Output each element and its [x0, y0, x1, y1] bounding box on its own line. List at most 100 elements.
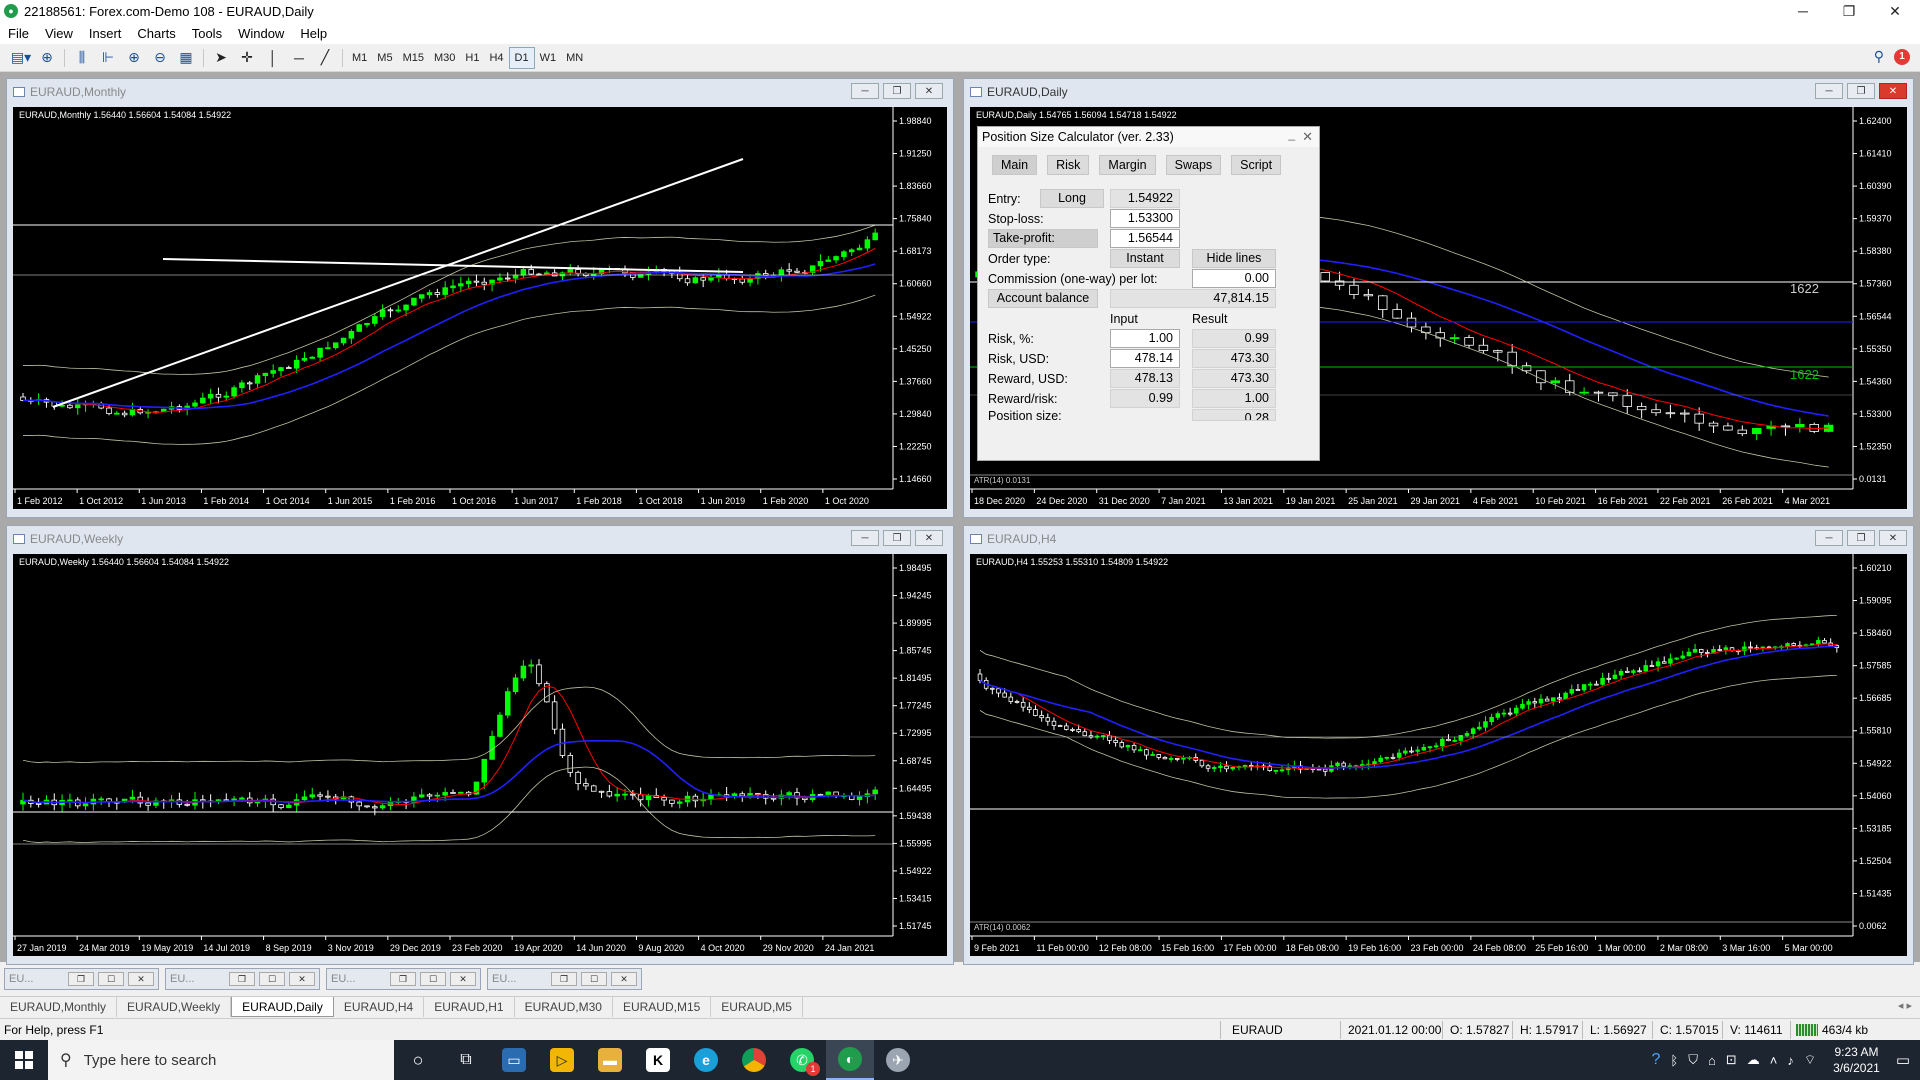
action-center-icon[interactable]: ▭	[1896, 1051, 1910, 1069]
psc-tab-swaps[interactable]: Swaps	[1165, 155, 1222, 175]
maximize-icon[interactable]: ☐	[259, 972, 285, 986]
crosshair-profile-icon[interactable]: ⊕	[34, 47, 60, 69]
maximize-chart-button[interactable]: ❐	[883, 530, 911, 546]
timeframe-mn[interactable]: MN	[561, 47, 588, 69]
tab-euraud-h1[interactable]: EURAUD,H1	[424, 997, 515, 1017]
candle-chart-icon[interactable]: ⊩	[95, 47, 121, 69]
taskbar-app-tool[interactable]: ✈	[874, 1040, 922, 1080]
taskbar-search[interactable]: ⚲ Type here to search	[48, 1040, 394, 1080]
psc-minimize-icon[interactable]: _	[1288, 127, 1295, 141]
wifi-icon[interactable]: ⌔	[1804, 1052, 1816, 1068]
minimize-chart-button[interactable]: ─	[1815, 83, 1843, 99]
maximize-icon[interactable]: ☐	[420, 972, 446, 986]
taskbar-app-remote[interactable]: ▭	[490, 1040, 538, 1080]
tab-euraud-m30[interactable]: EURAUD,M30	[515, 997, 613, 1017]
trendline-icon[interactable]: ╱	[312, 47, 338, 69]
menu-charts[interactable]: Charts	[129, 26, 183, 41]
minimize-chart-button[interactable]: ─	[1815, 530, 1843, 546]
tab-euraud-h4[interactable]: EURAUD,H4	[334, 997, 425, 1017]
menu-insert[interactable]: Insert	[81, 26, 130, 41]
tab-euraud-monthly[interactable]: EURAUD,Monthly	[0, 997, 118, 1017]
takeprofit-field[interactable]: 1.56544	[1110, 229, 1180, 248]
zoom-in-icon[interactable]: ⊕	[121, 47, 147, 69]
network-icon[interactable]: ⌂	[1708, 1053, 1716, 1068]
search-icon[interactable]: ⚲	[1874, 48, 1884, 65]
bar-chart-icon[interactable]: ⫼	[69, 47, 95, 69]
close-chart-button[interactable]: ✕	[1879, 83, 1907, 99]
taskbar-app-sticky[interactable]: ▷	[538, 1040, 586, 1080]
minimize-chart-button[interactable]: ─	[851, 530, 879, 546]
minimized-chart-3[interactable]: EU... ❐ ☐ ✕	[326, 968, 481, 990]
psc-tab-margin[interactable]: Margin	[1099, 155, 1156, 175]
maximize-icon[interactable]: ☐	[581, 972, 607, 986]
entry-field[interactable]: 1.54922	[1110, 189, 1180, 208]
close-window-button[interactable]: ✕	[1872, 0, 1918, 22]
close-chart-button[interactable]: ✕	[1879, 530, 1907, 546]
taskbar-app-chrome[interactable]	[730, 1040, 778, 1080]
timeframe-d1[interactable]: D1	[508, 46, 535, 69]
menu-window[interactable]: Window	[230, 26, 292, 41]
taskbar-app-k[interactable]: K	[634, 1040, 682, 1080]
position-size-calculator[interactable]: Position Size Calculator (ver. 2.33) _ ✕…	[977, 126, 1320, 461]
help-icon[interactable]: ?	[1652, 1051, 1661, 1069]
cursor-icon[interactable]: ➤	[208, 47, 234, 69]
minimized-chart-4[interactable]: EU... ❐ ☐ ✕	[487, 968, 642, 990]
maximize-chart-button[interactable]: ❐	[1847, 83, 1875, 99]
cortana-button[interactable]: ○	[394, 1040, 442, 1080]
risk-pct-input[interactable]: 1.00	[1110, 329, 1180, 348]
psc-tab-risk[interactable]: Risk	[1047, 155, 1090, 175]
chart-window-monthly[interactable]: EURAUD,Monthly ─ ❐ ✕ 1.98840 1.91250 1.836…	[6, 78, 954, 518]
vertical-line-icon[interactable]: │	[260, 47, 286, 69]
tab-euraud-m5[interactable]: EURAUD,M5	[711, 997, 803, 1017]
timeframe-m5[interactable]: M5	[372, 47, 397, 69]
start-button[interactable]	[0, 1040, 48, 1080]
menu-view[interactable]: View	[37, 26, 81, 41]
commission-field[interactable]: 0.00	[1192, 269, 1276, 288]
taskbar-app-explorer[interactable]: ▬	[586, 1040, 634, 1080]
volume-icon[interactable]: ♪	[1787, 1053, 1794, 1068]
tab-euraud-m15[interactable]: EURAUD,M15	[613, 997, 712, 1017]
restore-icon[interactable]: ❐	[390, 972, 416, 986]
menu-tools[interactable]: Tools	[184, 26, 230, 41]
timeframe-w1[interactable]: W1	[535, 47, 562, 69]
connection-bars-icon[interactable]	[1796, 1024, 1818, 1036]
menu-file[interactable]: File	[0, 26, 37, 41]
crosshair-icon[interactable]: ✛	[234, 47, 260, 69]
psc-tab-main[interactable]: Main	[992, 155, 1038, 175]
close-icon[interactable]: ✕	[128, 972, 154, 986]
timeframe-h4[interactable]: H4	[484, 47, 508, 69]
close-chart-button[interactable]: ✕	[915, 83, 943, 99]
notification-badge[interactable]: 1	[1894, 48, 1910, 65]
security-icon[interactable]: ⛉	[1688, 1052, 1698, 1068]
maximize-chart-button[interactable]: ❐	[883, 83, 911, 99]
zoom-out-icon[interactable]: ⊖	[147, 47, 173, 69]
task-view-button[interactable]: ⧉	[442, 1040, 490, 1080]
risk-usd-input[interactable]: 478.14	[1110, 349, 1180, 368]
minimized-chart-1[interactable]: EU... ❐ ☐ ✕	[4, 968, 159, 990]
account-balance-button[interactable]: Account balance	[988, 289, 1098, 308]
timeframe-m15[interactable]: M15	[398, 47, 429, 69]
restore-icon[interactable]: ❐	[551, 972, 577, 986]
tab-euraud-weekly[interactable]: EURAUD,Weekly	[117, 997, 232, 1017]
close-chart-button[interactable]: ✕	[915, 530, 943, 546]
restore-icon[interactable]: ❐	[68, 972, 94, 986]
psc-tab-script[interactable]: Script	[1231, 155, 1282, 175]
chart-window-h4[interactable]: EURAUD,H4 ─ ❐ ✕ 1.60210 1.59095 1.58460 1.5…	[963, 525, 1914, 965]
tab-scroll-arrows[interactable]: ◂ ▸	[1898, 999, 1912, 1012]
hide-lines-button[interactable]: Hide lines	[1192, 249, 1276, 268]
new-chart-icon[interactable]: ▤▾	[8, 47, 34, 69]
stoploss-field[interactable]: 1.53300	[1110, 209, 1180, 228]
meet-icon[interactable]: ⊡	[1726, 1052, 1737, 1068]
close-icon[interactable]: ✕	[289, 972, 315, 986]
price-chart-monthly[interactable]: 1.98840 1.91250 1.83660 1.75840 1.68173 1.606…	[13, 107, 947, 509]
taskbar-app-mt4[interactable]: ◐	[826, 1040, 874, 1080]
minimize-chart-button[interactable]: ─	[851, 83, 879, 99]
takeprofit-button[interactable]: Take-profit:	[988, 229, 1098, 248]
taskbar-app-whatsapp[interactable]: ✆ 1	[778, 1040, 826, 1080]
price-chart-h4[interactable]: 1.60210 1.59095 1.58460 1.57585 1.56685 1.558…	[970, 554, 1907, 956]
taskbar-app-edge[interactable]: e	[682, 1040, 730, 1080]
timeframe-h1[interactable]: H1	[460, 47, 484, 69]
chart-window-weekly[interactable]: EURAUD,Weekly ─ ❐ ✕ 1.98495 1.94245 1.8999…	[6, 525, 954, 965]
taskbar-clock[interactable]: 9:23 AM 3/6/2021	[1833, 1044, 1880, 1076]
horizontal-line-icon[interactable]: ─	[286, 47, 312, 69]
